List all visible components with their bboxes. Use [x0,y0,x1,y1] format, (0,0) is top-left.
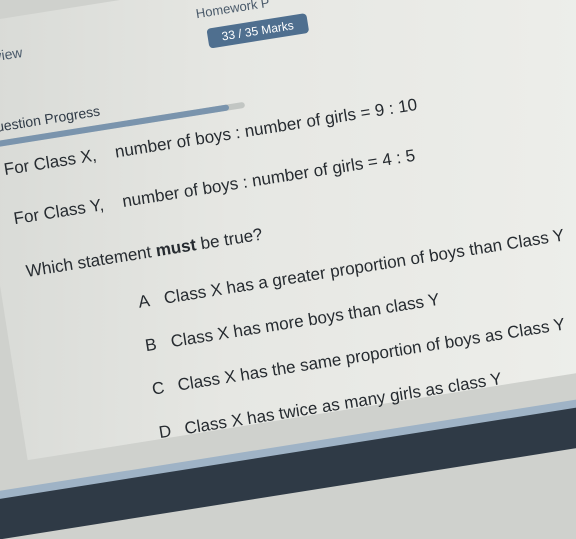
homework-page: erview Homework P 33 / 35 Marks Question… [0,0,576,539]
question-prompt: Which statement must be true? [25,225,264,282]
option-letter: C [150,377,166,399]
class-y-label: For Class Y, [12,195,106,229]
marks-badge: 33 / 35 Marks [206,13,310,49]
question-emphasis: must [154,235,198,261]
option-letter: B [143,334,158,356]
option-letter: A [136,291,152,312]
class-y-ratio: number of boys : number of girls = 4 : 5 [120,145,417,211]
tab-homework[interactable]: Homework P [195,0,271,21]
question-text-end: be true? [194,224,264,254]
class-x-label: For Class X, [2,145,98,180]
question-text-start: Which statement [24,241,158,281]
tab-overview[interactable]: erview [0,44,23,66]
option-letter: D [157,421,173,443]
